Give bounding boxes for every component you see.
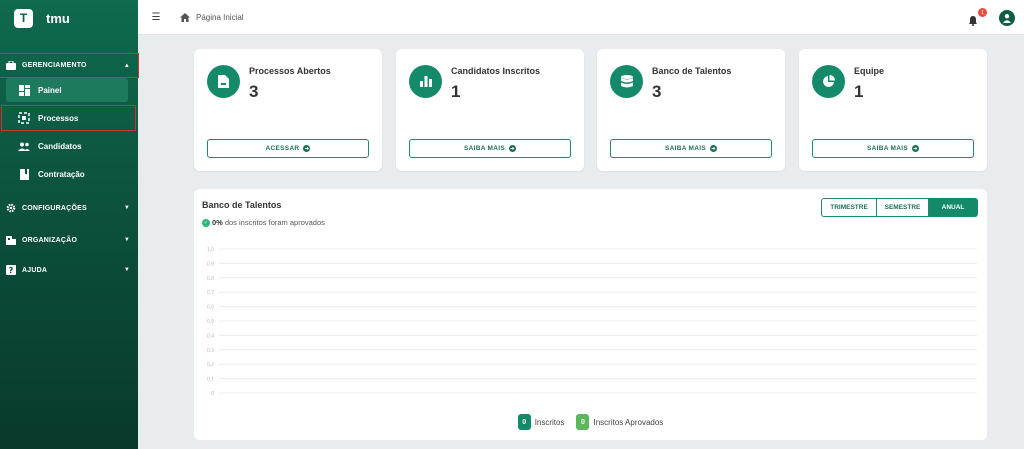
y-tick-label: 0,4 [207,333,214,339]
breadcrumb[interactable]: Página Inicial [196,13,244,22]
arrow-right-icon: ➜ [710,145,718,152]
topbar: ☰ Página Inicial 1 [138,0,1024,35]
sidebar-section-ajuda[interactable]: ? AJUDA ▼ [0,259,138,281]
process-icon [18,112,30,124]
y-tick-label: 0,3 [207,348,214,354]
arrow-right-icon: ➜ [912,145,920,152]
legend-count: 0 [517,414,531,430]
y-tick-label: 0,2 [207,362,214,368]
button-label: SAIBA MAIS [463,145,506,152]
bar-chart-icon [409,65,442,98]
chevron-down-icon: ▼ [123,267,130,273]
document-icon [207,65,240,98]
card-value: 1 [451,82,461,101]
saiba-mais-button[interactable]: SAIBA MAIS ➜ [812,139,974,158]
card-candidatos-inscritos: Candidatos Inscritos 1 SAIBA MAIS ➜ [396,49,584,171]
card-value: 3 [249,82,259,101]
database-icon [610,65,643,98]
period-toggle: TRIMESTRE SEMESTRE ANUAL [821,198,978,217]
home-icon[interactable] [180,12,190,22]
sidebar-item-label: Contratação [38,169,85,179]
chart-legend: 0 Inscritos 0 Inscritos Aprovados [194,414,987,430]
card-title: Processos Abertos [249,66,331,76]
briefcase-icon [6,61,16,71]
y-tick-label: 0,5 [207,319,214,325]
legend-label: Inscritos [534,417,565,427]
sidebar-section-configuracoes[interactable]: CONFIGURAÇÕES ▼ [0,197,138,219]
y-tick-label: 0,1 [207,377,214,383]
card-title: Candidatos Inscritos [451,66,541,76]
legend-count: 0 [576,414,590,430]
sidebar-item-processos[interactable]: Processos [1,105,136,131]
panel-title: Banco de Talentos [202,200,282,210]
section-label: GERENCIAMENTO [22,62,87,69]
sidebar-item-painel[interactable]: Painel [6,78,128,102]
y-tick-label: 0,8 [207,276,214,282]
card-value: 1 [854,82,864,101]
building-icon [6,235,16,245]
approved-text: dos inscritos foram aprovados [224,218,325,227]
brand-name: tmu [46,10,70,26]
card-value: 3 [652,82,662,101]
help-icon: ? [6,265,16,275]
bell-icon[interactable] [968,13,978,26]
brand[interactable]: T tmu [0,0,138,36]
y-tick-label: 0,6 [207,305,214,311]
y-tick-label: 0,7 [207,290,214,296]
svg-text:?: ? [9,266,14,275]
card-title: Banco de Talentos [652,66,732,76]
check-circle-icon: ✓ [202,218,210,227]
card-title: Equipe [854,66,885,76]
notification-badge: 1 [978,8,987,17]
y-tick-label: 0 [211,391,214,397]
arrow-right-icon: ➜ [509,145,517,152]
users-icon [18,140,30,152]
card-banco-de-talentos: Banco de Talentos 3 SAIBA MAIS ➜ [597,49,785,171]
sidebar-item-candidatos[interactable]: Candidatos [6,134,128,158]
talent-bank-panel: Banco de Talentos ✓ 0% dos inscritos for… [194,189,987,440]
hamburger-menu-icon[interactable]: ☰ [150,12,162,23]
dashboard-icon [18,84,30,96]
arrow-right-icon: ➜ [303,145,311,152]
section-label: CONFIGURAÇÕES [22,204,87,212]
legend-item-inscritos[interactable]: 0 Inscritos [517,414,565,430]
y-tick-label: 0,9 [207,261,214,267]
pie-chart-icon [812,65,845,98]
sidebar: T tmu GERENCIAMENTO ▲ Painel Processos C… [0,0,139,449]
y-tick-label: 1,0 [207,247,214,253]
chevron-down-icon: ▼ [123,237,130,243]
acessar-button[interactable]: ACESSAR ➜ [207,139,369,158]
chevron-down-icon: ▼ [123,205,130,211]
saiba-mais-button[interactable]: SAIBA MAIS ➜ [610,139,772,158]
brand-logo: T [14,8,33,28]
button-label: SAIBA MAIS [664,145,707,152]
talent-chart: 1,0 0,9 0,8 0,7 0,6 0,5 0,4 0,3 0,2 0,1 0 [207,247,977,397]
sidebar-section-gerenciamento[interactable]: GERENCIAMENTO ▲ [0,53,139,78]
button-label: ACESSAR [265,145,300,152]
approved-percent: 0% [212,218,223,227]
sidebar-item-contratacao[interactable]: Contratação [6,162,128,186]
section-label: ORGANIZAÇÃO [22,236,78,244]
period-option-semestre[interactable]: SEMESTRE [877,198,929,217]
sidebar-item-label: Processos [38,113,79,123]
period-option-trimestre[interactable]: TRIMESTRE [821,198,877,217]
chevron-up-icon: ▲ [123,62,130,69]
sidebar-section-organizacao[interactable]: ORGANIZAÇÃO ▼ [0,229,138,251]
approval-summary: ✓ 0% dos inscritos foram aprovados [202,218,325,227]
saiba-mais-button[interactable]: SAIBA MAIS ➜ [409,139,571,158]
section-label: AJUDA [22,266,48,274]
legend-label: Inscritos Aprovados [593,417,664,427]
period-option-anual[interactable]: ANUAL [929,198,978,217]
button-label: SAIBA MAIS [866,145,909,152]
contract-icon [18,168,30,180]
gear-icon [6,203,16,213]
sidebar-item-label: Painel [38,85,62,95]
card-equipe: Equipe 1 SAIBA MAIS ➜ [799,49,987,171]
sidebar-item-label: Candidatos [38,141,82,151]
user-avatar-icon[interactable] [999,10,1015,26]
legend-item-inscritos-aprovados[interactable]: 0 Inscritos Aprovados [576,414,663,430]
card-processos-abertos: Processos Abertos 3 ACESSAR ➜ [194,49,382,171]
